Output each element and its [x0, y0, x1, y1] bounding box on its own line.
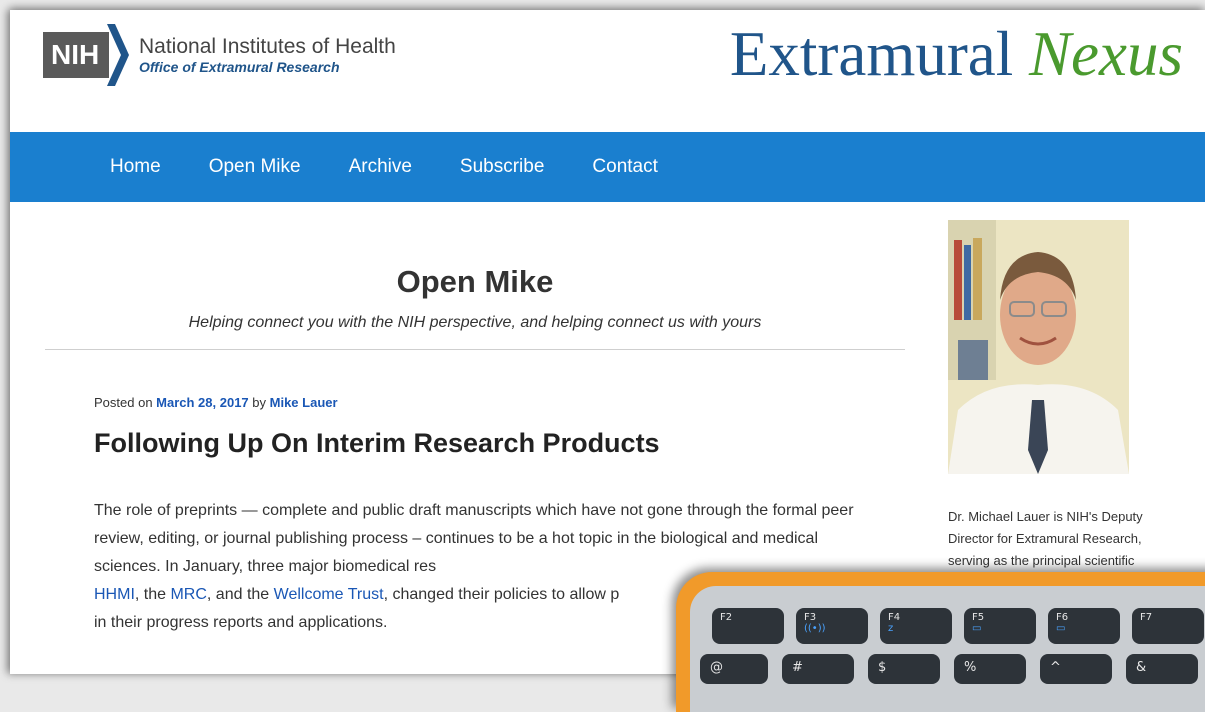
post-author-link[interactable]: Mike Lauer	[270, 395, 338, 410]
link-wellcome-trust[interactable]: Wellcome Trust	[274, 586, 384, 603]
nih-logo-line1: National Institutes of Health	[139, 35, 396, 58]
nih-logo[interactable]: NIH National Institutes of Health Office…	[43, 24, 396, 86]
author-bio: Dr. Michael Lauer is NIH's Deputy Direct…	[948, 509, 1143, 568]
post-date-link[interactable]: March 28, 2017	[156, 395, 249, 410]
nih-chevron-icon	[107, 24, 129, 86]
brand-accent: Nexus	[1029, 19, 1183, 89]
key-ampersand: &	[1126, 654, 1198, 684]
key-percent: %	[954, 654, 1026, 684]
link-hhmi[interactable]: HHMI	[94, 586, 135, 603]
nav-subscribe[interactable]: Subscribe	[460, 156, 545, 178]
author-photo	[948, 220, 1129, 474]
post-text-1: The role of preprints — complete and pub…	[94, 502, 854, 575]
nih-logo-box: NIH	[43, 32, 109, 78]
key-f2: F2	[712, 608, 784, 644]
divider	[45, 349, 905, 350]
key-dollar: $	[868, 654, 940, 684]
brand-main: Extramural	[729, 19, 1014, 89]
section-title: Open Mike	[396, 264, 554, 299]
site-brand[interactable]: Extramural Nexus	[730, 18, 1183, 91]
author-portrait-image	[948, 220, 1129, 474]
key-f3: F3 ((•))	[796, 608, 868, 644]
nav-contact[interactable]: Contact	[592, 156, 657, 178]
post-text-3: in their progress reports and applicatio…	[94, 614, 388, 631]
post-sep-1: , the	[134, 586, 171, 603]
key-at: @	[700, 654, 768, 684]
key-f4: F4 z	[880, 608, 952, 644]
main-nav: Home Open Mike Archive Subscribe Contact	[10, 132, 1205, 202]
post-sep-2: , and the	[206, 586, 274, 603]
posted-by: by	[248, 395, 270, 410]
key-f7: F7	[1132, 608, 1204, 644]
key-caret: ^	[1040, 654, 1112, 684]
post-meta: Posted on March 28, 2017 by Mike Lauer	[94, 395, 905, 410]
link-mrc[interactable]: MRC	[170, 586, 206, 603]
post-text-2: , changed their policies to allow p	[383, 586, 620, 603]
keyboard-image: F2 F3 ((•)) F4 z F5 ▭ F6 ▭ F7 @ # $ % ^ &	[676, 572, 1205, 712]
key-f5: F5 ▭	[964, 608, 1036, 644]
key-hash: #	[782, 654, 854, 684]
keyboard-keys: F2 F3 ((•)) F4 z F5 ▭ F6 ▭ F7 @ # $ % ^ &	[690, 586, 1205, 712]
nav-archive[interactable]: Archive	[349, 156, 412, 178]
key-f6: F6 ▭	[1048, 608, 1120, 644]
nih-logo-text: National Institutes of Health Office of …	[139, 35, 396, 75]
site-header: NIH National Institutes of Health Office…	[10, 10, 1205, 130]
section-subtitle: Helping connect you with the NIH perspec…	[188, 314, 762, 331]
posted-prefix: Posted on	[94, 395, 157, 410]
post-title[interactable]: Following Up On Interim Research Product…	[94, 428, 905, 459]
nav-open-mike[interactable]: Open Mike	[209, 156, 301, 178]
nav-home[interactable]: Home	[110, 156, 161, 178]
nih-logo-line2: Office of Extramural Research	[139, 59, 340, 75]
